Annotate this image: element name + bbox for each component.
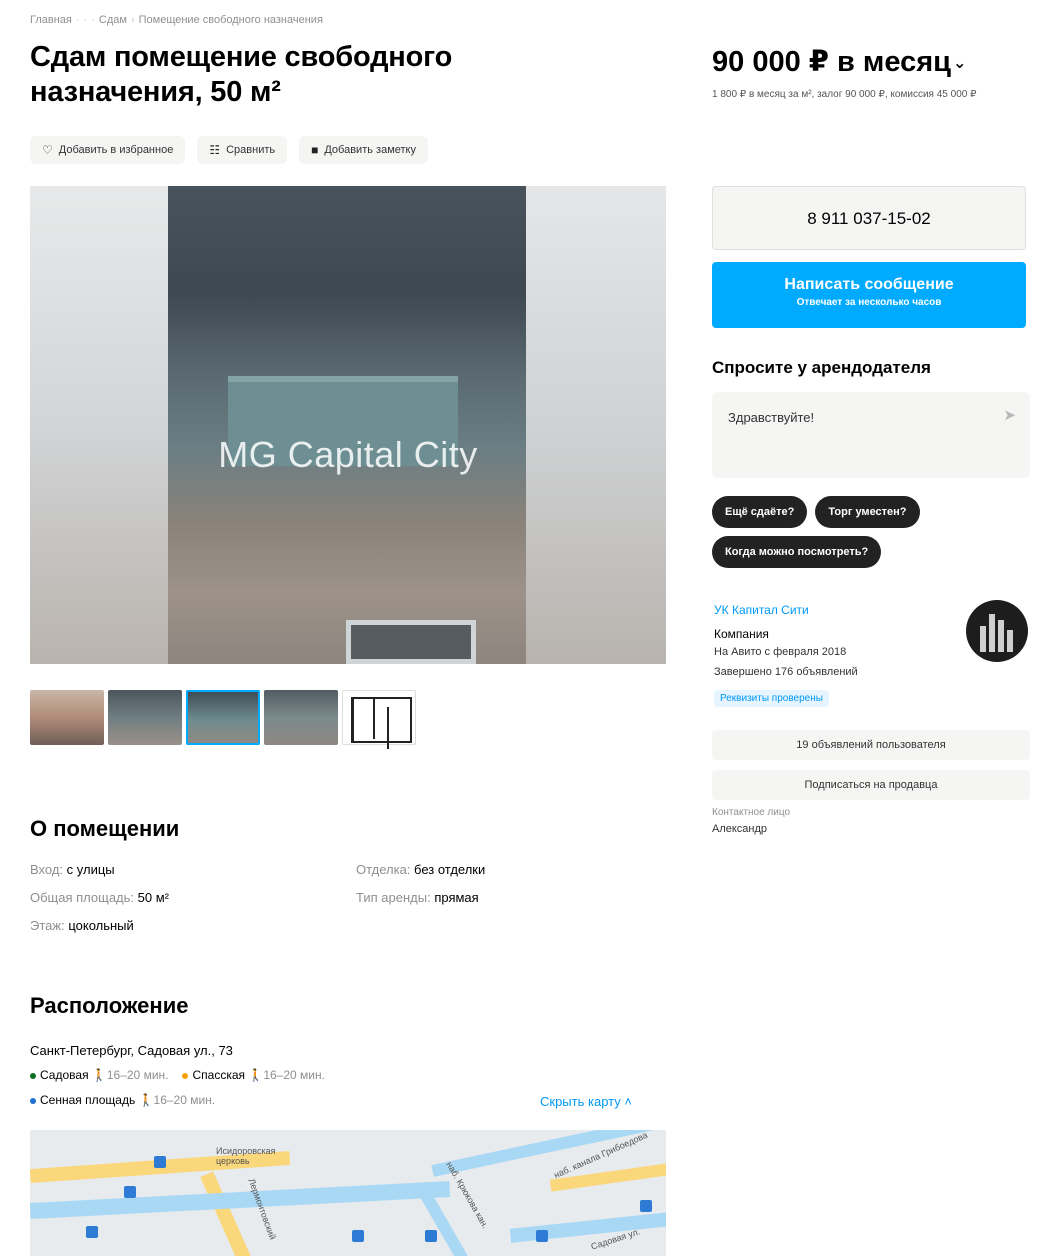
gallery-blur-right [526,186,666,664]
param-row: Этаж: цокольный [30,918,134,933]
listing-actions: ♡ Добавить в избранное ☷ Сравнить ■ Доба… [30,136,428,164]
metro-marker-icon [154,1156,166,1168]
map-street-label: наб. Крюкова кан. [444,1160,491,1230]
breadcrumb-sep: · [91,14,95,26]
user-listings-button[interactable]: 19 объявлений пользователя [712,730,1030,760]
map-street-label: Лермонтовский [246,1177,278,1241]
note-icon: ■ [311,143,319,157]
price[interactable]: 90 000 ₽ в месяц ⌄ [712,44,966,79]
metro-marker-icon [86,1226,98,1238]
photo-watermark: MG Capital City [218,434,478,475]
map-canal [420,1192,472,1256]
map-road [200,1171,254,1256]
ask-landlord-title: Спросите у арендодателя [712,358,931,377]
thumbnail-1[interactable] [30,690,104,745]
walk-icon: 🚶 [248,1068,264,1082]
map-canal [509,1211,666,1243]
hide-map-link[interactable]: Скрыть карту ˄ [540,1094,632,1109]
about-section-title: О помещении [30,816,180,841]
param-row: Отделка: без отделки [356,862,486,877]
seller-name-link[interactable]: УК Капитал Сити [714,603,809,617]
thumbnail-2[interactable] [108,690,182,745]
param-row: Тип аренды: прямая [356,890,479,905]
subscribe-seller-button[interactable]: Подписаться на продавца [712,770,1030,800]
thumbnail-3-selected[interactable] [186,690,260,745]
add-favorite-button[interactable]: ♡ Добавить в избранное [30,136,186,164]
metro-marker-icon [425,1230,437,1242]
walk-icon: 🚶 [91,1068,107,1082]
heart-icon: ♡ [42,143,53,157]
contact-person-name: Александр [712,823,768,835]
breadcrumb-rent[interactable]: Сдам [99,14,127,26]
show-phone-button[interactable]: 8 911 037-15-02 [712,186,1026,250]
map-canal [30,1181,451,1219]
ask-message-input[interactable] [728,410,978,425]
metro-stations: Сенная площадь 🚶16–20 мин. [30,1093,215,1107]
map-church-label: Исидоровская церковь [216,1146,276,1166]
metro-line-dot [182,1072,189,1079]
metro-station: Спасская 🚶16–20 мин. [182,1068,325,1082]
send-icon[interactable]: ➤ [1003,406,1016,424]
param-row: Вход: с улицы [30,862,115,877]
metro-marker-icon [352,1230,364,1242]
metro-marker-icon [536,1230,548,1242]
param-row: Общая площадь: 50 м² [30,890,170,905]
breadcrumb: Главная · · · Сдам › Помещение свободног… [30,14,323,26]
params-column-right: Отделка: без отделки Тип аренды: прямая [356,862,485,918]
seller-type: Компания [714,627,769,641]
seller-completed: Завершено 176 объявлений [714,666,858,678]
thumbnail-strip [30,690,416,745]
price-details: 1 800 ₽ в месяц за м², залог 90 000 ₽, к… [712,89,977,100]
thumbnail-4[interactable] [264,690,338,745]
location-section-title: Расположение [30,993,189,1018]
verified-badge: Реквизиты проверены [714,690,829,707]
params-column-left: Вход: с улицы Общая площадь: 50 м² Этаж:… [30,862,169,946]
metro-station: Садовая 🚶16–20 мин. [30,1068,168,1082]
compare-icon: ☷ [209,143,221,157]
write-message-button[interactable]: Написать сообщение Отвечает за несколько… [712,262,1026,328]
compare-button[interactable]: ☷ Сравнить [197,136,288,164]
address: Санкт-Петербург, Садовая ул., 73 [30,1043,233,1058]
breadcrumb-home[interactable]: Главная [30,14,72,26]
breadcrumb-category[interactable]: Помещение свободного назначения [139,14,323,26]
metro-line-dot [30,1072,36,1079]
quick-question-chip[interactable]: Торг уместен? [815,496,920,528]
quick-question-chip[interactable]: Ещё сдаёте? [712,496,808,528]
metro-marker-icon [124,1186,136,1198]
ask-landlord-box: ➤ [712,392,1030,478]
breadcrumb-sep: · [83,14,88,26]
page-title: Сдам помещение свободного назначения, 50… [30,41,453,108]
main-photo[interactable] [168,186,526,664]
chevron-down-icon: ⌄ [952,55,967,73]
location-map[interactable]: Исидоровская церковь наб. канала Грибоед… [30,1130,666,1256]
gallery-blur-left [30,186,168,664]
metro-stations: Садовая 🚶16–20 мин. Спасская 🚶16–20 мин. [30,1068,325,1082]
quick-questions: Ещё сдаёте? Торг уместен? Когда можно по… [712,496,1032,568]
seller-since: На Авито с февраля 2018 [714,646,847,658]
contact-person-label: Контактное лицо [712,807,791,818]
metro-marker-icon [640,1200,652,1212]
metro-station: Сенная площадь 🚶16–20 мин. [30,1093,215,1107]
breadcrumb-sep: · [75,14,80,26]
seller-avatar[interactable] [966,600,1028,662]
photo-floor-mat [346,620,476,664]
metro-line-dot [30,1097,36,1104]
add-note-button[interactable]: ■ Добавить заметку [299,136,428,164]
chevron-up-icon: ˄ [624,1094,632,1109]
photo-gallery[interactable]: MG Capital City [30,186,666,664]
thumbnail-floorplan[interactable] [342,690,416,745]
walk-icon: 🚶 [138,1093,154,1107]
quick-question-chip[interactable]: Когда можно посмотреть? [712,536,882,568]
